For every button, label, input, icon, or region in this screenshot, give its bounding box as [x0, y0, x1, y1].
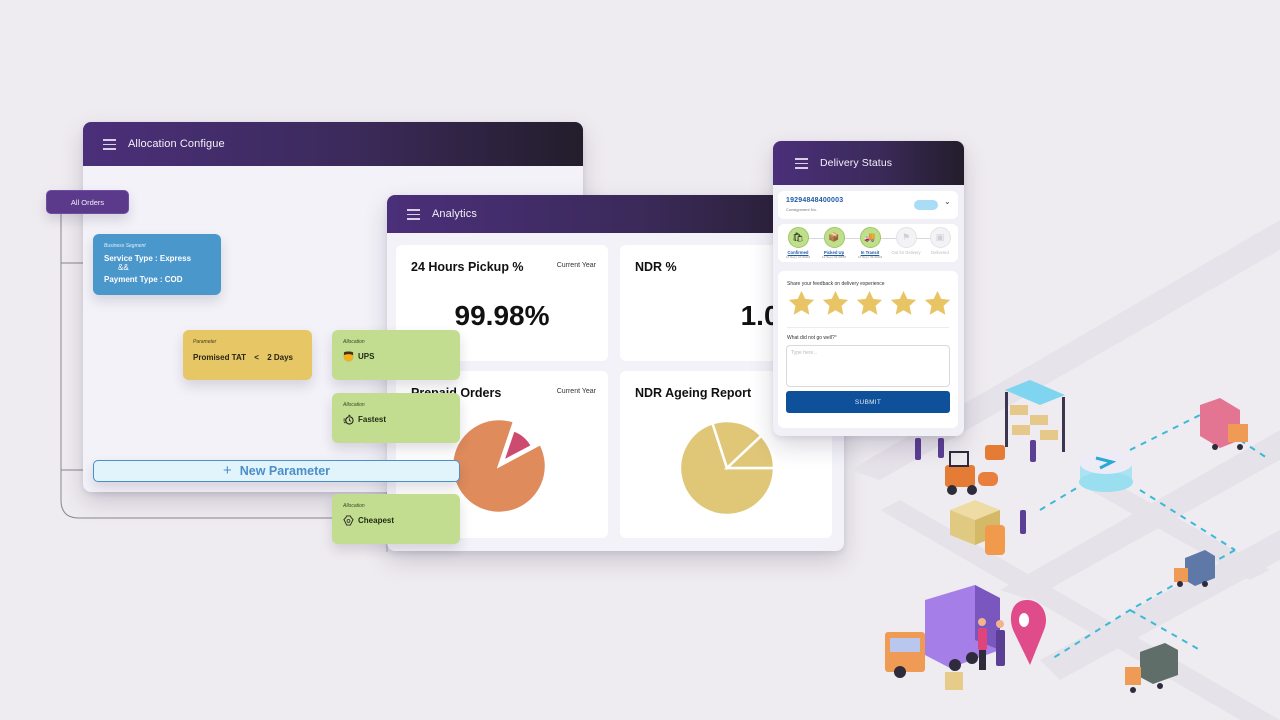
ups-logo-icon — [343, 351, 354, 362]
star-icon[interactable] — [787, 289, 816, 318]
question-text: What did not go well? — [787, 335, 835, 341]
business-segment-node[interactable]: Business Segment Service Type : Express … — [93, 234, 221, 295]
card-value: 99.98% — [454, 300, 550, 331]
segment-rule-2: Payment Type : COD — [104, 275, 183, 284]
consignment-number: 19294848400003 — [786, 197, 844, 204]
forklift-icon — [945, 445, 1005, 495]
feedback-question: What did not go well?* — [787, 335, 837, 341]
allocation-label: UPS — [358, 352, 375, 361]
step-picked-up[interactable]: 📦 Picked Up 12 Sep | 04:30PM — [817, 227, 851, 259]
allocation-node-fastest[interactable]: Allocation Fastest — [332, 393, 460, 443]
new-parameter-label: New Parameter — [239, 464, 331, 478]
step-date: 12 Sep | 10:30AM — [786, 255, 810, 259]
node-kicker: Parameter — [193, 339, 217, 345]
tracking-steps-card: 🛍 Confirmed 12 Sep | 10:30AM 📦 Picked Up… — [778, 224, 958, 262]
node-label: All Orders — [70, 197, 105, 207]
allocation-window-title: Allocation Configue — [128, 138, 225, 150]
step-date: 13 Sep | 09:30AM — [858, 255, 882, 259]
parameter-field: Promised TAT — [193, 353, 247, 362]
price-tag-icon — [343, 515, 354, 526]
hub-icon — [1079, 450, 1133, 492]
hamburger-icon[interactable] — [103, 139, 116, 150]
star-icon[interactable] — [855, 289, 884, 318]
step-label: Out for Delivery — [891, 250, 921, 255]
all-orders-node[interactable]: All Orders — [46, 190, 129, 214]
new-parameter-button[interactable]: + New Parameter — [93, 460, 460, 482]
star-icon[interactable] — [923, 289, 952, 318]
star-icon[interactable] — [821, 289, 850, 318]
step-out-for-delivery: ⚑ Out for Delivery — [889, 227, 923, 255]
divider — [787, 327, 949, 328]
feedback-card: Share your feedback on delivery experien… — [778, 271, 958, 428]
node-kicker: Allocation — [343, 339, 365, 345]
step-in-transit[interactable]: 🚚 In Transit 13 Sep | 09:30AM — [853, 227, 887, 259]
card-period-filter[interactable]: Current Year — [557, 262, 596, 269]
node-kicker: Allocation — [343, 402, 365, 408]
star-icon[interactable] — [889, 289, 918, 318]
truck-pink-icon — [1200, 398, 1248, 450]
allocation-label: Cheapest — [358, 516, 395, 525]
package-icon: ▣ — [929, 227, 951, 248]
logical-and-operator: && — [118, 263, 129, 272]
delivery-window-header: Delivery Status — [773, 141, 964, 185]
allocation-node-cheapest[interactable]: Allocation Cheapest — [332, 494, 460, 544]
allocation-window-header: Allocation Configue — [83, 122, 583, 166]
delivery-status-window: Delivery Status 19294848400003 Consignme… — [773, 141, 964, 436]
node-kicker: Allocation — [343, 503, 365, 509]
delivery-person-icon: ⚑ — [895, 227, 917, 248]
allocation-label: Fastest — [358, 415, 387, 424]
feedback-textarea[interactable] — [786, 345, 950, 387]
card-title: NDR % — [635, 260, 677, 274]
submit-button[interactable]: SUBMIT — [786, 391, 950, 413]
location-pin-icon — [1010, 600, 1047, 665]
status-badge — [914, 200, 938, 210]
plus-icon: + — [222, 461, 232, 479]
card-period-filter[interactable]: Current Year — [557, 388, 596, 395]
consignment-label: Consignment No. — [786, 207, 817, 212]
step-delivered: ▣ Delivered — [923, 227, 957, 255]
step-date: 12 Sep | 04:30PM — [822, 255, 846, 259]
delivery-window-title: Delivery Status — [820, 157, 893, 169]
parameter-value: 2 Days — [267, 353, 293, 362]
consignment-card[interactable]: 19294848400003 Consignment No. ⌄ — [778, 191, 958, 219]
allocation-node-ups[interactable]: Allocation UPS — [332, 330, 460, 380]
chevron-down-icon[interactable]: ⌄ — [944, 197, 951, 206]
card-title: 24 Hours Pickup % — [411, 260, 524, 274]
step-label: Delivered — [931, 250, 949, 255]
parameter-operator: < — [254, 353, 259, 362]
shopping-bag-icon: 🛍 — [787, 227, 809, 248]
analytics-window-title: Analytics — [432, 208, 477, 220]
hamburger-icon[interactable] — [795, 158, 808, 169]
required-mark: * — [834, 335, 837, 341]
parameter-node[interactable]: Parameter Promised TAT < 2 Days — [183, 330, 312, 380]
segment-rule-1: Service Type : Express — [104, 254, 192, 263]
stopwatch-icon — [343, 414, 354, 425]
star-rating[interactable] — [787, 289, 952, 318]
node-kicker: Business Segment — [104, 243, 146, 249]
truck-icon: 🚚 — [859, 227, 881, 248]
hamburger-icon[interactable] — [407, 209, 420, 220]
feedback-prompt: Share your feedback on delivery experien… — [787, 281, 885, 287]
step-confirmed[interactable]: 🛍 Confirmed 12 Sep | 10:30AM — [781, 227, 815, 259]
courier-icon: 📦 — [823, 227, 845, 248]
pie-slice[interactable] — [450, 417, 548, 515]
